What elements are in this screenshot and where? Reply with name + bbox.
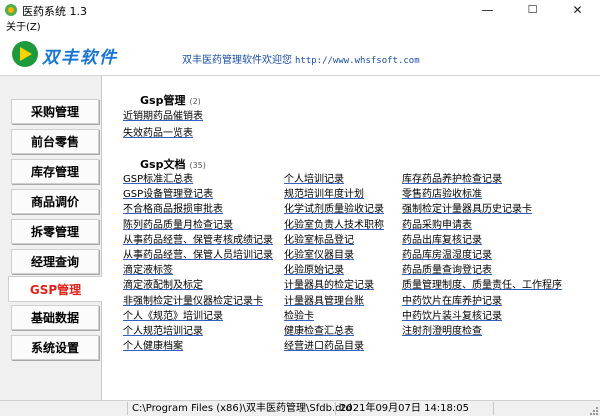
gsp-doc-link[interactable]: 化验原始记录 [284,265,344,277]
gsp-doc-link[interactable]: 检验卡 [284,311,314,323]
gsp-doc-link[interactable]: 注射剂澄明度检查 [402,326,482,338]
status-db-path: C:\Program Files (x86)\双丰医药管理\Sfdb.dtd [127,402,352,415]
logo: 双丰软件 [8,40,134,68]
gsp-doc-link[interactable]: 规范培训年度计划 [284,189,364,201]
sidebar-item-settings[interactable]: 系统设置 [11,335,99,360]
minimize-button[interactable]: — [465,0,510,21]
gsp-doc-link[interactable]: 药品库房温湿度记录 [402,250,492,262]
gsp-doc-link[interactable]: 强制检定计量器具历史记录卡 [402,204,532,216]
gsp-doc-link[interactable]: 中药饮片装斗复核记录 [402,311,502,323]
gsp-doc-link[interactable]: 化学试剂质量验收记录 [284,204,384,216]
sidebar: 采购管理 前台零售 库存管理 商品调价 拆零管理 经理查询 GSP管理 基础数据… [0,76,102,400]
gsp-doc-link[interactable]: 健康检查汇总表 [284,326,354,338]
status-cell-empty [493,402,588,415]
gsp-doc-link[interactable]: 从事药品经营、保管人员培训记录 [123,250,273,262]
app-icon [5,4,17,16]
logo-text: 双丰软件 [42,48,118,68]
status-bar: C:\Program Files (x86)\双丰医药管理\Sfdb.dtd 2… [0,400,600,416]
close-button[interactable]: ✕ [555,0,600,21]
content-panel: Gsp管理 (2) 近销期药品催销表 失效药品一览表 Gsp文档 (35) GSP标… [102,76,600,400]
logo-mark-icon [12,41,38,67]
sidebar-item-retail[interactable]: 前台零售 [11,129,99,154]
gsp-doc-link[interactable]: 个人培训记录 [284,174,344,186]
gsp-doc-link[interactable]: GSP设备管理登记表 [123,189,213,201]
status-datetime: 2021年09月07日 14:18:05 [335,402,490,415]
status-cell-empty [0,402,124,415]
gsp-doc-link[interactable]: 个人规范培训记录 [123,326,203,338]
sidebar-item-gsp[interactable]: GSP管理 [8,276,102,302]
gsp-doc-link[interactable]: GSP标准汇总表 [123,174,193,186]
resize-grip-icon[interactable] [588,405,598,415]
gsp-manage-title: Gsp管理 (2) [140,94,201,107]
menu-about[interactable]: 关于(Z) [6,21,41,35]
website-url: http://www.whsfsoft.com [295,56,420,66]
sidebar-item-manager-query[interactable]: 经理查询 [11,249,99,274]
gsp-doc-link[interactable]: 化验室仪器目录 [284,250,354,262]
gsp-doc-link[interactable]: 个人健康档案 [123,341,183,353]
sidebar-item-base-data[interactable]: 基础数据 [11,305,99,330]
gsp-doc-link[interactable]: 不合格商品报损审批表 [123,204,223,216]
gsp-doc-link[interactable]: 药品质量查询登记表 [402,265,492,277]
gsp-doc-link[interactable]: 计量器具管理台账 [284,296,364,308]
sidebar-item-inventory[interactable]: 库存管理 [11,159,99,184]
gsp-doc-link[interactable]: 个人《规范》培训记录 [123,311,223,323]
gsp-doc-link[interactable]: 化验室负责人技术职称 [284,220,384,232]
gsp-doc-link[interactable]: 从事药品经营、保管考核成绩记录 [123,235,273,247]
gsp-doc-link[interactable]: 质量管理制度、质量责任、工作程序 [402,280,562,292]
sidebar-item-purchase[interactable]: 采购管理 [11,99,99,124]
gsp-manage-count: (2) [189,97,201,106]
gsp-doc-link[interactable]: 非强制检定计量仪器检定记录卡 [123,296,263,308]
gsp-doc-link[interactable]: 化验室标品登记 [284,235,354,247]
gsp-doc-link[interactable]: 滴定液配制及标定 [123,280,203,292]
gsp-doc-link[interactable]: 零售药店验收标准 [402,189,482,201]
gsp-manage-link[interactable]: 近销期药品催销表 [123,111,203,123]
menu-bar: 关于(Z) [0,21,600,35]
banner: 双丰软件 双丰医药管理软件欢迎您 http://www.whsfsoft.com [0,35,600,76]
gsp-docs-count: (35) [189,161,206,170]
gsp-doc-link[interactable]: 库存药品养护检查记录 [402,174,502,186]
gsp-doc-link[interactable]: 中药饮片在库养护记录 [402,296,502,308]
window-title: 医药系统 1.3 [22,5,87,18]
welcome-message: 双丰医药管理软件欢迎您 http://www.whsfsoft.com [182,51,420,66]
maximize-button[interactable]: ☐ [510,0,555,21]
gsp-manage-link[interactable]: 失效药品一览表 [123,128,193,140]
gsp-docs-title: Gsp文档 (35) [140,158,206,171]
title-bar: 医药系统 1.3 — ☐ ✕ [0,0,600,22]
gsp-doc-link[interactable]: 经营进口药品目录 [284,341,364,353]
sidebar-item-split[interactable]: 拆零管理 [11,219,99,244]
gsp-doc-link[interactable]: 滴定液标签 [123,265,173,277]
gsp-doc-link[interactable]: 计量器具的检定记录 [284,280,374,292]
sidebar-item-price-adjust[interactable]: 商品调价 [11,189,99,214]
gsp-doc-link[interactable]: 药品采购申请表 [402,220,472,232]
gsp-doc-link[interactable]: 陈列药品质量月检查记录 [123,220,233,232]
gsp-doc-link[interactable]: 药品出库复核记录 [402,235,482,247]
welcome-text: 双丰医药管理软件欢迎您 [182,55,292,66]
